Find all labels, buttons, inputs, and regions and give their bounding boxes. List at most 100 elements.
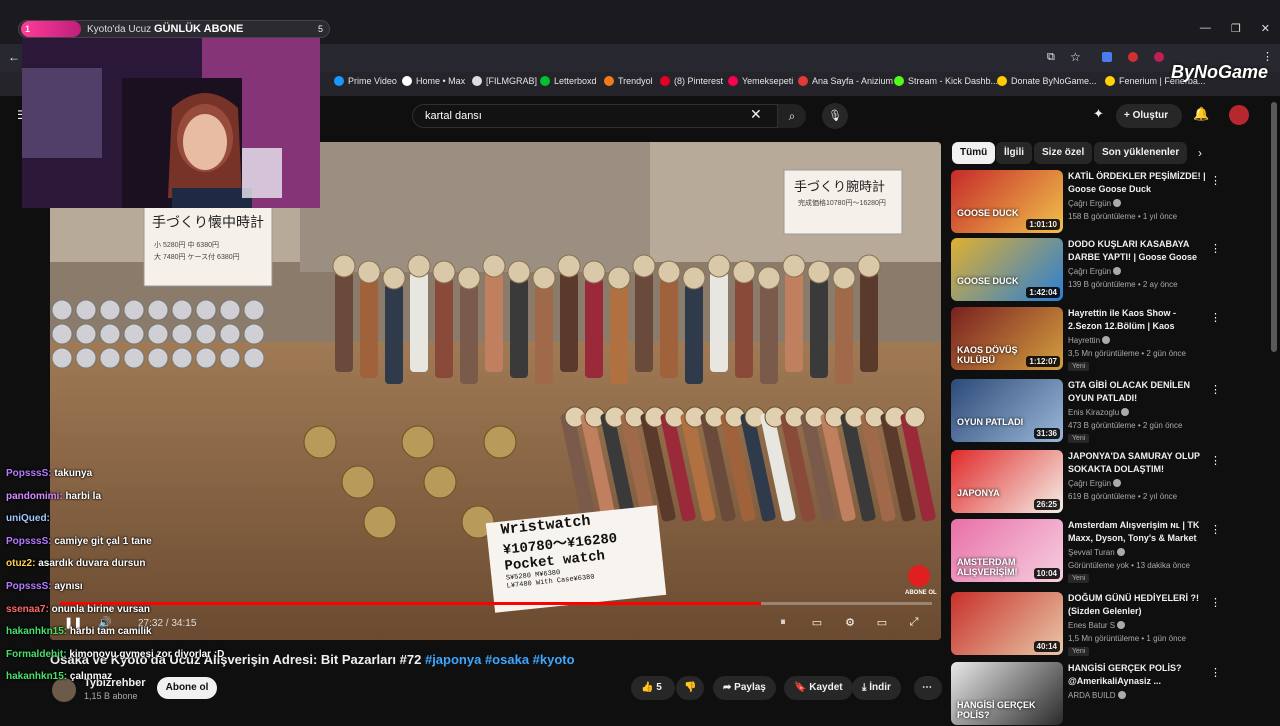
download-button[interactable]: ⤓ İndir (852, 676, 901, 700)
bookmark-item[interactable]: Stream - Kick Dashb... (894, 76, 998, 86)
install-icon[interactable]: ⧉ (1047, 51, 1055, 64)
recommendation-thumbnail[interactable]: AMSTERDAM ALIŞVERİŞİM! 10:04 (951, 519, 1063, 582)
recommendation-title[interactable]: Hayrettin ile Kaos Show - 2.Sezon 12.Böl… (1068, 307, 1206, 333)
recommendation-item[interactable]: HANGİSİ GERÇEK POLİS? HANGİSİ GERÇEK POLİ… (951, 662, 1251, 726)
chip-for-you[interactable]: Size özel (1034, 142, 1093, 164)
subtitles-icon[interactable]: ▭ (808, 616, 826, 632)
recommendation-title[interactable]: JAPONYA'DA SAMURAY OLUP SOKAKTA DOLAŞTIM… (1068, 450, 1206, 476)
recommendation-title[interactable]: HANGİSİ GERÇEK POLİS? @AmerikaliAynasiz … (1068, 662, 1206, 688)
more-options-icon[interactable]: ⋮ (1210, 174, 1221, 187)
watch-face (857, 254, 881, 278)
bookmark-item[interactable]: Trendyol (604, 76, 653, 86)
pocket-watch (171, 347, 193, 369)
recommendation-title[interactable]: Amsterdam Alışverişim ɴʟ | TK Maxx, Dyso… (1068, 519, 1206, 545)
recommendation-channel[interactable]: Enes Batur S (1068, 621, 1126, 630)
recommendation-channel[interactable]: Enis Kirazoglu (1068, 408, 1130, 417)
subscribe-sticker[interactable]: ABONE OL (905, 590, 937, 596)
recommendation-title[interactable]: DODO KUŞLARI KASABAYA DARBE YAPTI! | Goo… (1068, 238, 1206, 264)
extension-icon[interactable] (1154, 52, 1164, 62)
jp-sign-right: 手づくり腕時計 (794, 180, 886, 195)
notifications-bell-icon[interactable]: 🔔 (1193, 106, 1209, 122)
settings-gear-icon[interactable]: ⚙ (841, 616, 859, 632)
more-options-icon[interactable]: ⋮ (1210, 454, 1221, 467)
theater-mode-icon[interactable]: ▭ (873, 616, 891, 632)
recommendation-item[interactable]: GOOSE DUCK 1:42:04 DODO KUŞLARI KASABAYA D… (951, 238, 1251, 302)
recommendation-thumbnail[interactable]: GOOSE DUCK 1:01:10 (951, 170, 1063, 233)
bookmark-item[interactable]: Ana Sayfa - Anizium (798, 76, 893, 86)
bookmark-item[interactable]: Yemeksepeti (728, 76, 793, 86)
star-icon[interactable]: ☆ (1070, 50, 1081, 64)
more-options-icon[interactable]: ⋮ (1210, 311, 1221, 324)
recommendation-item[interactable]: 40:14 DOĞUM GÜNÜ HEDİYELERİ ?! (Sizden Ge… (951, 592, 1251, 656)
extension-icon[interactable] (1128, 52, 1138, 62)
watch-strap (535, 284, 553, 384)
more-options-icon[interactable]: ⋮ (1210, 666, 1221, 679)
bookmark-item[interactable]: Home • Max (402, 76, 465, 86)
recommendation-thumbnail[interactable]: GOOSE DUCK 1:42:04 (951, 238, 1063, 301)
chip-all[interactable]: Tümü (952, 142, 996, 164)
dislike-button[interactable]: 👎 (676, 676, 704, 700)
create-button[interactable]: + Oluştur (1116, 104, 1182, 128)
recommendation-item[interactable]: JAPONYA 26:25 JAPONYA'DA SAMURAY OLUP SOKA… (951, 450, 1251, 514)
scrollbar-thumb[interactable] (1271, 102, 1277, 352)
recommendation-thumbnail[interactable]: OYUN PATLADI 31:36 (951, 379, 1063, 442)
like-button[interactable]: 👍 5 (631, 676, 675, 700)
recommendation-meta: 619 B görüntüleme • 2 yıl önce (1068, 492, 1178, 501)
search-button[interactable]: ⌕ (778, 104, 806, 128)
chevron-right-icon[interactable]: › (1198, 146, 1202, 160)
recommendation-meta: 1,5 Mn görüntüleme • 1 gün önce (1068, 634, 1186, 643)
minimize-button[interactable]: — (1200, 22, 1211, 35)
recommendation-channel[interactable]: ARDA BUILD (1068, 691, 1126, 700)
watch-strap (685, 284, 703, 384)
recommendation-channel[interactable]: Hayrettin (1068, 336, 1111, 345)
save-button[interactable]: 🔖 Kaydet (784, 676, 853, 700)
more-options-icon[interactable]: ⋮ (1210, 596, 1221, 609)
bookmark-item[interactable]: Prime Video (334, 76, 397, 86)
pocket-watch (195, 347, 217, 369)
recommendation-channel[interactable]: Çağrı Ergün (1068, 267, 1122, 276)
more-options-icon[interactable]: ⋮ (1210, 242, 1221, 255)
bookmark-item[interactable]: Letterboxd (540, 76, 597, 86)
maximize-button[interactable]: ❐ (1231, 22, 1241, 35)
bookmark-item[interactable]: (8) Pinterest (660, 76, 723, 86)
page-scrollbar[interactable] (1270, 98, 1278, 718)
studio-icon[interactable]: ✦ (1093, 106, 1104, 122)
hashtag-link[interactable]: #japonya (425, 652, 481, 667)
chat-message: hakanhkn15: harbi tam camilik (6, 626, 152, 637)
share-button[interactable]: ➦ Paylaş (713, 676, 776, 700)
chip-recent[interactable]: Son yüklenenler (1094, 142, 1188, 164)
voice-search-button[interactable]: 🎙 (822, 103, 848, 129)
back-icon[interactable]: ← (8, 50, 20, 64)
recommendation-title[interactable]: KATİL ÖRDEKLER PEŞİMİZDE! | Goose Goose … (1068, 170, 1206, 196)
more-actions-button[interactable]: ⋯ (914, 676, 942, 700)
recommendation-channel[interactable]: Şevval Turan (1068, 548, 1125, 557)
chip-related[interactable]: İlgili (996, 142, 1032, 164)
recommendation-thumbnail[interactable]: JAPONYA 26:25 (951, 450, 1063, 513)
recommendation-thumbnail[interactable]: 40:14 (951, 592, 1063, 655)
watch-strap (385, 284, 403, 384)
recommendation-item[interactable]: KAOS DÖVÜŞ KULÜBÜ 1:12:07 Hayrettin ile Ka… (951, 307, 1251, 371)
recommendation-thumbnail[interactable]: KAOS DÖVÜŞ KULÜBÜ 1:12:07 (951, 307, 1063, 370)
bookmark-item[interactable]: Donate ByNoGame... (997, 76, 1097, 86)
autoplay-toggle-icon[interactable]: ⏸ (774, 616, 792, 632)
more-options-icon[interactable]: ⋮ (1210, 523, 1221, 536)
recommendation-title[interactable]: GTA GİBİ OLACAK DENİLEN OYUN PATLADI! TÜ… (1068, 379, 1206, 405)
recommendation-channel[interactable]: Çağrı Ergün (1068, 199, 1122, 208)
recommendation-title[interactable]: DOĞUM GÜNÜ HEDİYELERİ ?! (Sizden Gelenle… (1068, 592, 1206, 618)
close-window-button[interactable]: ✕ (1261, 22, 1270, 35)
search-input[interactable]: kartal dansı (412, 104, 778, 128)
fullscreen-icon[interactable]: ⤢ (905, 616, 923, 632)
recommendation-thumbnail[interactable]: HANGİSİ GERÇEK POLİS? (951, 662, 1063, 725)
bookmark-item[interactable]: [FILMGRAB] (472, 76, 537, 86)
account-avatar[interactable] (1229, 105, 1249, 125)
recommendation-channel[interactable]: Çağrı Ergün (1068, 479, 1122, 488)
recommendation-item[interactable]: AMSTERDAM ALIŞVERİŞİM! 10:04 Amsterdam Alı… (951, 519, 1251, 583)
clear-search-icon[interactable]: ✕ (750, 106, 762, 123)
hashtag-link[interactable]: #osaka (485, 652, 529, 667)
hashtag-link[interactable]: #kyoto (533, 652, 575, 667)
recommendation-item[interactable]: GOOSE DUCK 1:01:10 KATİL ÖRDEKLER PEŞİMİZD… (951, 170, 1251, 234)
extension-icon[interactable] (1102, 52, 1112, 62)
browser-tab[interactable]: 1 Kyoto'da Ucuz GÜNLÜK ABONE 5 (18, 20, 330, 38)
more-options-icon[interactable]: ⋮ (1210, 383, 1221, 396)
recommendation-item[interactable]: OYUN PATLADI 31:36 GTA GİBİ OLACAK DENİLEN… (951, 379, 1251, 443)
